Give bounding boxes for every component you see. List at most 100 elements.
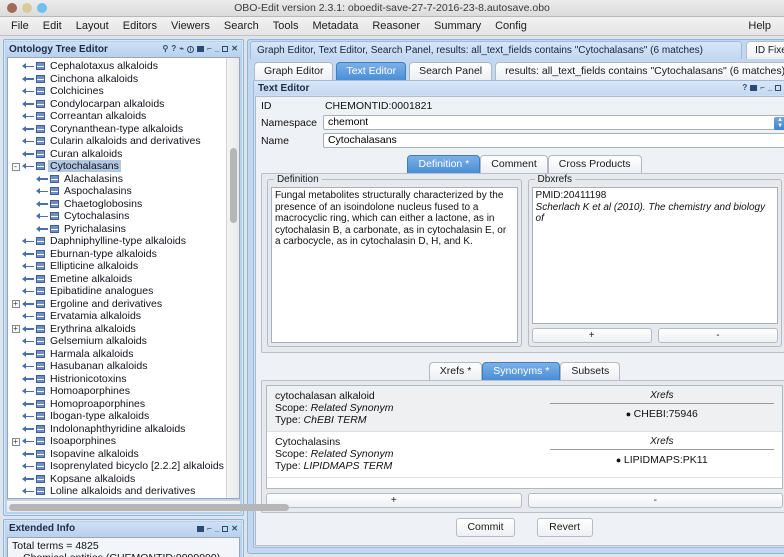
- menu-viewers[interactable]: Viewers: [164, 19, 217, 33]
- tree-node[interactable]: Hasubanan alkaloids: [8, 360, 226, 373]
- add-dbxref-button[interactable]: +: [532, 328, 652, 343]
- tree-node[interactable]: Kopsane alkaloids: [8, 473, 226, 486]
- tree-vertical-scrollbar[interactable]: [226, 58, 239, 498]
- close-icon[interactable]: ✕: [231, 45, 238, 53]
- extended-info-header-icons[interactable]: ⌐ _ ✕: [197, 525, 238, 533]
- tab-id-fixer[interactable]: ID Fixer: [746, 41, 784, 59]
- dbxref-line[interactable]: Scherlach K et al (2010). The chemistry …: [536, 202, 775, 225]
- filter-icon[interactable]: ⌁: [179, 45, 184, 53]
- tree-horizontal-scroll-thumb[interactable]: [9, 504, 289, 511]
- tree-node[interactable]: Colchicines: [8, 85, 226, 98]
- definition-textarea[interactable]: Fungal metabolites structurally characte…: [271, 187, 518, 343]
- revert-button[interactable]: Revert: [537, 518, 593, 537]
- chevron-updown-icon[interactable]: ▲▼: [774, 117, 784, 130]
- minimize-icon[interactable]: _: [215, 525, 219, 533]
- tree-node[interactable]: Cinchona alkaloids: [8, 73, 226, 86]
- tree-node[interactable]: Homoproaporphines: [8, 398, 226, 411]
- expand-icon[interactable]: +: [10, 437, 21, 446]
- xref-value-row[interactable]: ● CHEBI:75946: [550, 408, 775, 420]
- tree-node[interactable]: Chaetoglobosins: [8, 198, 226, 211]
- menu-reasoner[interactable]: Reasoner: [365, 19, 427, 33]
- tree-node[interactable]: Loline alkaloids and derivatives: [8, 485, 226, 498]
- menu-edit[interactable]: Edit: [36, 19, 69, 33]
- info-icon[interactable]: i: [187, 46, 194, 53]
- text-editor-header-icons[interactable]: ? ⌐ _ ✕: [742, 84, 784, 92]
- tree-node[interactable]: Condylocarpan alkaloids: [8, 98, 226, 111]
- subtab-xrefs[interactable]: Xrefs *: [429, 362, 483, 380]
- tree-node[interactable]: Cytochalasins: [8, 210, 226, 223]
- tree-horizontal-scrollbar[interactable]: [7, 500, 240, 512]
- tree-node[interactable]: Ibogan-type alkaloids: [8, 410, 226, 423]
- add-synonym-button[interactable]: +: [266, 493, 522, 508]
- close-icon[interactable]: ✕: [231, 525, 238, 533]
- breadcrumb[interactable]: Graph Editor, Text Editor, Search Panel,…: [250, 41, 742, 59]
- menu-search[interactable]: Search: [217, 19, 266, 33]
- dbxrefs-list[interactable]: PMID:20411198Scherlach K et al (2010). T…: [532, 187, 779, 324]
- tree-node[interactable]: Correantan alkaloids: [8, 110, 226, 123]
- tab-search-panel[interactable]: Search Panel: [409, 62, 492, 80]
- maximize-icon[interactable]: [222, 46, 228, 52]
- tree-node[interactable]: Harmala alkaloids: [8, 348, 226, 361]
- menu-help[interactable]: Help: [741, 19, 778, 33]
- remove-dbxref-button[interactable]: -: [658, 328, 778, 343]
- subtab-subsets[interactable]: Subsets: [560, 362, 620, 380]
- namespace-combobox[interactable]: chemont ▲▼: [323, 115, 784, 130]
- remove-synonym-button[interactable]: -: [528, 493, 784, 508]
- subtab-comment[interactable]: Comment: [480, 155, 548, 173]
- commit-button[interactable]: Commit: [456, 518, 514, 537]
- xref-value-row[interactable]: ● LIPIDMAPS:PK11: [550, 454, 775, 466]
- dbxref-line[interactable]: PMID:20411198: [536, 190, 775, 202]
- tree-node[interactable]: Histrionicotoxins: [8, 373, 226, 386]
- tree-node[interactable]: +Erythrina alkaloids: [8, 323, 226, 336]
- tree-node[interactable]: Pyrichalasins: [8, 223, 226, 236]
- menu-file[interactable]: File: [4, 19, 36, 33]
- snapshot-icon[interactable]: [197, 526, 204, 532]
- detach-icon[interactable]: ⌐: [207, 525, 212, 533]
- tree-node[interactable]: Corynanthean-type alkaloids: [8, 123, 226, 136]
- menu-metadata[interactable]: Metadata: [305, 19, 365, 33]
- menu-layout[interactable]: Layout: [69, 19, 116, 33]
- synonym-row[interactable]: CytochalasinsScope: Related SynonymType:…: [267, 432, 782, 478]
- snapshot-icon[interactable]: [750, 85, 757, 91]
- menu-editors[interactable]: Editors: [116, 19, 164, 33]
- help-icon[interactable]: ?: [742, 84, 747, 92]
- detach-icon[interactable]: ⌐: [207, 45, 212, 53]
- tree-node[interactable]: Eburnan-type alkaloids: [8, 248, 226, 261]
- tree-node[interactable]: Gelsemium alkaloids: [8, 335, 226, 348]
- tree-node[interactable]: Curan alkaloids: [8, 148, 226, 161]
- tree-node[interactable]: Aspochalasins: [8, 185, 226, 198]
- tree-node[interactable]: +Ergoline and derivatives: [8, 298, 226, 311]
- tab-graph-editor[interactable]: Graph Editor: [254, 62, 334, 80]
- tab-results-all-text-fields-contai[interactable]: results: all_text_fields contains "Cytoc…: [495, 62, 784, 80]
- menu-tools[interactable]: Tools: [266, 19, 306, 33]
- menu-config[interactable]: Config: [488, 19, 534, 33]
- collapse-icon[interactable]: -: [10, 162, 21, 171]
- tree-node[interactable]: Isopavine alkaloids: [8, 448, 226, 461]
- maximize-icon[interactable]: [222, 526, 228, 532]
- expand-icon[interactable]: +: [10, 299, 21, 308]
- ontology-tree-list[interactable]: Cephalotaxus alkaloidsCinchona alkaloids…: [8, 58, 226, 498]
- tree-node[interactable]: Ervatamia alkaloids: [8, 310, 226, 323]
- tree-vertical-scroll-thumb[interactable]: [230, 148, 237, 223]
- menu-summary[interactable]: Summary: [427, 19, 488, 33]
- synonym-row[interactable]: cytochalasan alkaloidScope: Related Syno…: [267, 386, 782, 432]
- expand-icon[interactable]: +: [10, 324, 21, 333]
- tab-text-editor[interactable]: Text Editor: [336, 62, 406, 80]
- tree-node[interactable]: Indolonaphthyridine alkaloids: [8, 423, 226, 436]
- minimize-icon[interactable]: _: [215, 45, 219, 53]
- pin-icon[interactable]: ⚲: [163, 45, 169, 53]
- subtab-definition[interactable]: Definition *: [407, 155, 480, 173]
- tree-node[interactable]: Homoaporphines: [8, 385, 226, 398]
- maximize-icon[interactable]: [775, 85, 781, 91]
- tree-node[interactable]: Cularin alkaloids and derivatives: [8, 135, 226, 148]
- panel-header-icons[interactable]: ⚲ ? ⌁ i ⌐ _ ✕: [163, 45, 238, 53]
- synonyms-list[interactable]: cytochalasan alkaloidScope: Related Syno…: [266, 385, 783, 489]
- tree-node[interactable]: Cephalotaxus alkaloids: [8, 60, 226, 73]
- help-icon[interactable]: ?: [171, 45, 176, 53]
- tree-node[interactable]: Ellipticine alkaloids: [8, 260, 226, 273]
- tree-node[interactable]: Emetine alkaloids: [8, 273, 226, 286]
- tree-node[interactable]: Epibatidine analogues: [8, 285, 226, 298]
- snapshot-icon[interactable]: [197, 46, 204, 52]
- detach-icon[interactable]: ⌐: [760, 84, 765, 92]
- subtab-cross-products[interactable]: Cross Products: [548, 155, 642, 173]
